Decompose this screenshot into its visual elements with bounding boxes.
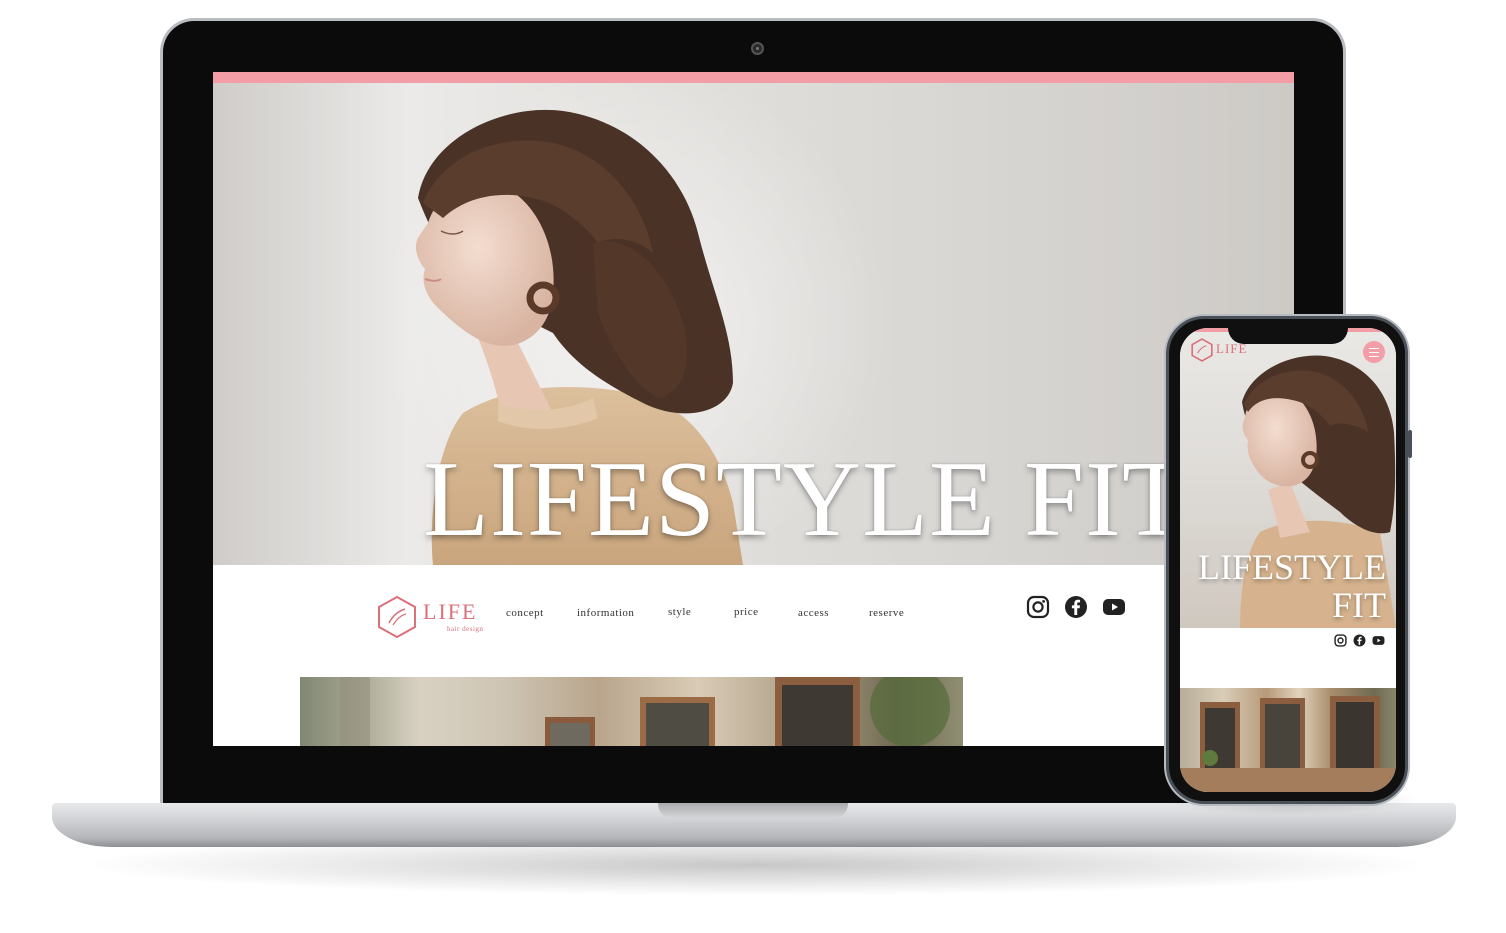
hero-section: LIFESTYLE FIT — [213, 83, 1294, 565]
nav-item-reserve[interactable]: reserve — [869, 607, 904, 619]
instagram-icon[interactable] — [1026, 595, 1050, 619]
hero-title: LIFESTYLE FIT — [423, 440, 1189, 559]
phone-screen: LIFESTYLE FIT LIFE — [1180, 328, 1396, 792]
webcam-icon — [751, 42, 764, 55]
salon-interior-image — [300, 677, 963, 746]
nav-item-information[interactable]: information — [577, 607, 634, 619]
laptop-screen: LIFESTYLE FIT LIFE hair design concept i… — [213, 72, 1294, 746]
nav-item-style[interactable]: style — [668, 606, 691, 618]
mobile-youtube-icon[interactable] — [1372, 634, 1385, 647]
nav-item-concept[interactable]: concept — [506, 607, 544, 619]
mobile-instagram-icon[interactable] — [1334, 634, 1347, 647]
mobile-hero-section: LIFESTYLE FIT — [1180, 332, 1396, 628]
mobile-hero-title-line2: FIT — [1332, 585, 1386, 625]
brand-name: LIFE — [423, 599, 478, 624]
mobile-hexagon-logo-icon[interactable] — [1190, 338, 1214, 362]
laptop-notch — [658, 803, 848, 818]
mobile-facebook-icon[interactable] — [1353, 634, 1366, 647]
phone-notch — [1228, 322, 1348, 344]
mobile-hero-title-line1: LIFESTYLE — [1198, 547, 1386, 587]
facebook-icon[interactable] — [1064, 595, 1088, 619]
top-accent-bar — [213, 72, 1294, 83]
brand-tagline: hair design — [447, 625, 484, 633]
salon-interior-illustration — [340, 677, 950, 746]
youtube-icon[interactable] — [1102, 595, 1126, 619]
hexagon-logo-icon — [378, 595, 416, 639]
nav-item-access[interactable]: access — [798, 607, 829, 619]
nav-item-price[interactable]: price — [734, 606, 758, 618]
mobile-salon-interior-image — [1180, 688, 1396, 792]
mobile-salon-interior-illustration — [1180, 696, 1396, 792]
hamburger-menu-icon[interactable] — [1363, 341, 1385, 363]
site-logo[interactable]: LIFE hair design — [375, 595, 485, 641]
phone-side-button — [1408, 430, 1412, 458]
site-navbar: LIFE hair design concept information sty… — [213, 565, 1294, 660]
